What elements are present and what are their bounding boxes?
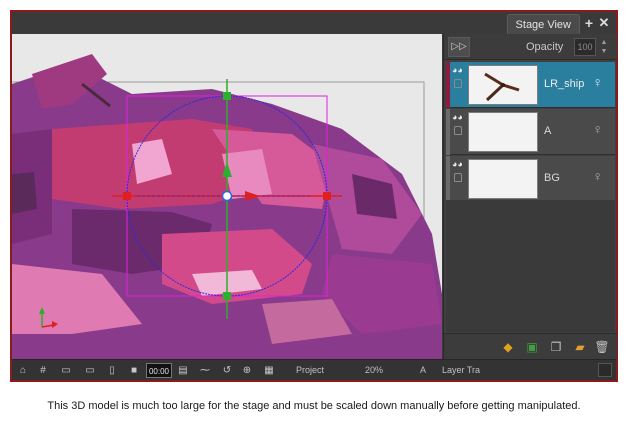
figure-caption: This 3D model is much too large for the … [47, 400, 581, 412]
plus-icon[interactable]: + [582, 15, 596, 31]
stage-canvas[interactable] [12, 34, 442, 359]
layer-name: A [544, 125, 552, 137]
camera-mask-icon[interactable]: ■ [126, 363, 142, 378]
timeline-panel: ▷▷ Opacity 100 ▲ ▼ ◕◕ LR_ship ♀ ◕◕ A ♀ ◕… [443, 34, 617, 359]
lock-icon[interactable] [454, 79, 462, 88]
close-icon[interactable]: ✕ [597, 15, 611, 31]
layer-color-strip [446, 156, 450, 202]
layer-color-strip [446, 109, 450, 155]
left-scale-handle[interactable] [123, 192, 131, 200]
tab-stage-view[interactable]: Stage View [506, 14, 580, 34]
peg-icon[interactable]: ♀ [593, 74, 604, 90]
timeline-toolbar: ◆ ▣ ❐ ▰ 🗑 [444, 333, 617, 359]
stage-status-bar: ⌂ # ▭ ▭ ▯ ■ 00:00 ▤ ⁓ ↺ ⊕ ▦ Project 20% … [12, 359, 616, 380]
duplicate-layer-icon[interactable]: ❐ [548, 339, 564, 355]
layer-transform-field[interactable]: Layer Tra [442, 364, 480, 377]
opacity-field[interactable]: 100 [574, 38, 596, 56]
layer-row-a[interactable]: ◕◕ A ♀ [446, 109, 615, 155]
timeline-header: ▷▷ Opacity 100 ▲ ▼ [444, 34, 617, 60]
trash-icon[interactable]: 🗑 [594, 339, 610, 355]
reset-view-icon[interactable]: ⊕ [240, 363, 254, 378]
view-tab-bar: Stage View + ✕ [12, 12, 616, 34]
eye-icon[interactable]: ◕◕ [452, 113, 464, 122]
stage-view-window: Stage View + ✕ ▷▷ Opacity 100 ▲ ▼ ◕◕ LR_… [10, 10, 618, 382]
peg-icon[interactable]: ♀ [593, 121, 604, 137]
sketch-tool-icon[interactable]: ⁓ [196, 363, 214, 378]
lock-icon[interactable] [454, 173, 462, 182]
reset-rotation-icon[interactable]: ↺ [220, 363, 234, 378]
view-mode-dropdown[interactable]: Project [296, 364, 324, 377]
ship-thumbnail-icon [484, 72, 520, 102]
right-scale-handle[interactable] [323, 192, 331, 200]
pivot-point[interactable] [221, 190, 233, 202]
opacity-label: Opacity [526, 41, 564, 53]
timeline-empty-area[interactable] [446, 200, 615, 332]
fast-forward-icon[interactable]: ▷▷ [448, 37, 470, 57]
field-guide-icon[interactable]: ▭ [82, 363, 98, 378]
onion-skin-icon[interactable]: ▯ [104, 363, 120, 378]
corner-toggle[interactable] [598, 363, 612, 377]
layer-thumbnail [468, 112, 538, 152]
add-drawing-layer-icon[interactable]: ◆ [500, 339, 516, 355]
layer-name: BG [544, 172, 560, 184]
add-folder-icon[interactable]: ▰ [572, 339, 588, 355]
layer-color-strip [446, 62, 450, 108]
zoom-dropdown[interactable]: 20% [365, 364, 383, 377]
add-image-layer-icon[interactable]: ▣ [524, 339, 540, 355]
opacity-stepper[interactable]: ▲ ▼ [599, 38, 609, 56]
top-scale-handle[interactable] [223, 92, 231, 100]
peg-icon[interactable]: ♀ [593, 168, 604, 184]
image-icon[interactable]: ▤ [176, 363, 190, 378]
bottom-scale-handle[interactable] [223, 292, 231, 300]
eye-icon[interactable]: ◕◕ [452, 160, 464, 169]
lock-icon[interactable] [454, 126, 462, 135]
timecode-display[interactable]: 00:00 [146, 363, 172, 378]
eye-icon[interactable]: ◕◕ [452, 66, 464, 75]
layer-thumbnail [468, 65, 538, 105]
render-icon[interactable]: ▦ [262, 363, 276, 378]
camera-view-icon[interactable]: ⌂ [16, 363, 30, 378]
layer-name: LR_ship [544, 78, 585, 90]
layer-thumbnail [468, 159, 538, 199]
stage-viewport[interactable] [12, 34, 442, 359]
layer-row-lr-ship[interactable]: ◕◕ LR_ship ♀ [446, 62, 615, 108]
a-label: A [420, 365, 427, 375]
grid-icon[interactable]: # [36, 363, 50, 378]
safe-area-icon[interactable]: ▭ [58, 363, 74, 378]
layer-row-bg[interactable]: ◕◕ BG ♀ [446, 156, 615, 202]
